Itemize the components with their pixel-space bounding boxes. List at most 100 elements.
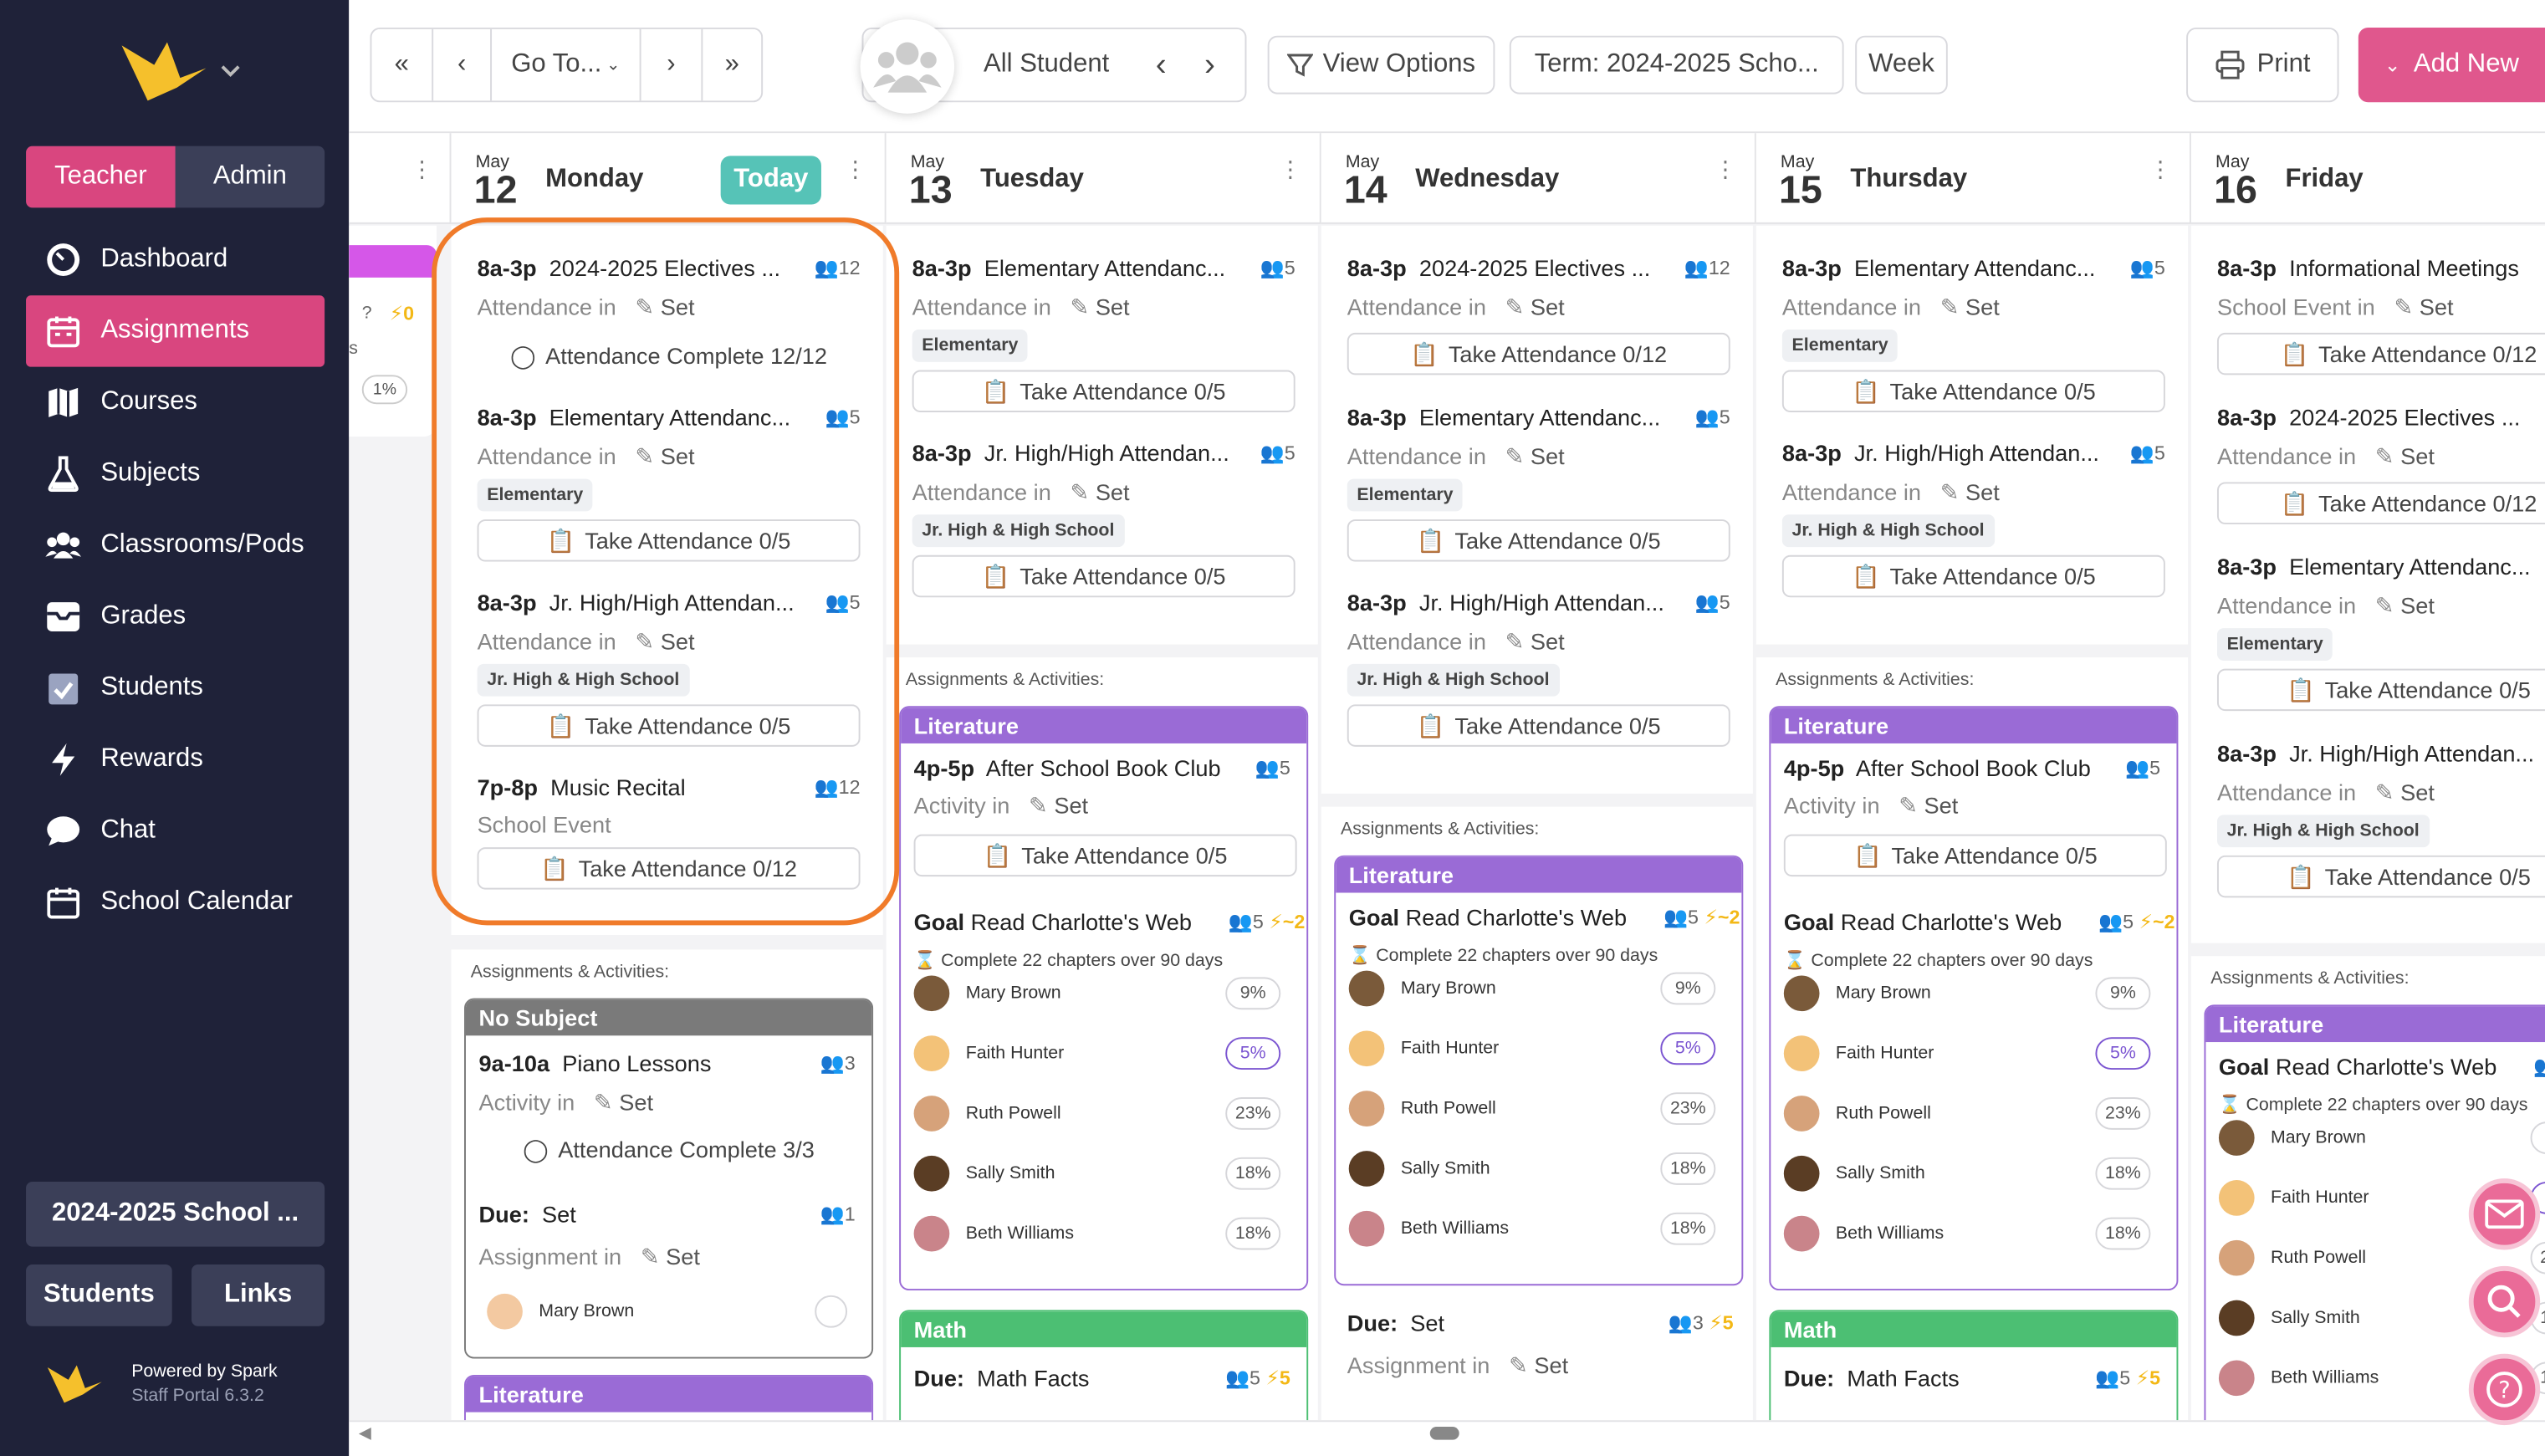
set-link[interactable]: Set xyxy=(2400,592,2435,618)
set-link[interactable]: Set xyxy=(1096,294,1130,319)
kebab-menu-icon[interactable]: ⋮ xyxy=(844,157,866,192)
edit-icon[interactable]: ✎ xyxy=(2375,592,2394,618)
sidebar-item-rewards[interactable]: Rewards xyxy=(26,724,325,795)
edit-icon[interactable]: ✎ xyxy=(1505,294,1525,319)
next-button[interactable]: › xyxy=(641,28,703,101)
kebab-menu-icon[interactable]: ⋮ xyxy=(2149,157,2171,192)
links-button[interactable]: Links xyxy=(192,1264,325,1326)
edit-icon[interactable]: ✎ xyxy=(1070,479,1089,505)
student-row[interactable]: Mary Brown xyxy=(487,1290,854,1332)
sidebar-item-assignments[interactable]: Assignments xyxy=(26,295,325,367)
student-row[interactable]: Faith Hunter 5% xyxy=(1783,1032,2151,1074)
chevron-left-icon[interactable]: ‹ xyxy=(1156,46,1167,84)
take-attendance-button[interactable]: 📋 Take Attendance 0/12 xyxy=(1347,332,1730,375)
set-link[interactable]: Set xyxy=(1531,628,1565,654)
take-attendance-button[interactable]: 📋 Take Attendance 0/5 xyxy=(913,834,1297,877)
student-row[interactable]: Sally Smith 18% xyxy=(1348,1147,1716,1189)
student-row[interactable]: Faith Hunter 5% xyxy=(1348,1028,1716,1070)
sidebar-item-dashboard[interactable]: Dashboard xyxy=(26,224,325,295)
goto-dropdown[interactable]: Go To... ⌄ xyxy=(492,28,641,101)
student-row[interactable]: Mary Brown 9% xyxy=(2218,1116,2545,1158)
student-row[interactable]: Mary Brown 9% xyxy=(913,973,1281,1014)
edit-icon[interactable]: ✎ xyxy=(2394,294,2413,319)
students-button[interactable]: Students xyxy=(26,1264,172,1326)
set-link[interactable]: Set xyxy=(2420,294,2454,319)
scroll-left-icon[interactable]: ◀ xyxy=(359,1425,371,1443)
take-attendance-button[interactable]: 📋 Take Attendance 0/5 xyxy=(1781,370,2165,412)
student-row[interactable]: Sally Smith 18% xyxy=(1783,1152,2151,1194)
set-link[interactable]: Set xyxy=(1531,443,1565,469)
role-teacher-tab[interactable]: Teacher xyxy=(26,146,176,208)
edit-icon[interactable]: ✎ xyxy=(1070,294,1089,319)
student-row[interactable]: Ruth Powell 23% xyxy=(913,1092,1281,1134)
student-row[interactable]: Mary Brown 9% xyxy=(1348,968,1716,1009)
take-attendance-button[interactable]: 📋 Take Attendance 0/5 xyxy=(2216,855,2545,898)
student-row[interactable]: Ruth Powell 23% xyxy=(1783,1092,2151,1134)
today-badge[interactable]: Today xyxy=(720,156,821,205)
take-attendance-button[interactable]: 📋 Take Attendance 0/5 xyxy=(2216,668,2545,712)
week-dropdown[interactable]: Week xyxy=(1855,35,1948,95)
chevron-down-icon[interactable] xyxy=(221,65,240,79)
sidebar-item-classrooms[interactable]: Classrooms/Pods xyxy=(26,509,325,580)
sidebar-item-grades[interactable]: Grades xyxy=(26,581,325,652)
kebab-menu-icon[interactable]: ⋮ xyxy=(411,157,433,192)
sidebar-item-school-calendar[interactable]: School Calendar xyxy=(26,866,325,937)
edit-icon[interactable]: ✎ xyxy=(2375,443,2394,469)
take-attendance-button[interactable]: 📋 Take Attendance 0/12 xyxy=(2216,332,2545,375)
first-page-button[interactable]: « xyxy=(371,28,434,101)
add-new-button[interactable]: ⌄ Add New xyxy=(2358,27,2545,103)
set-link[interactable]: Set xyxy=(619,1089,653,1115)
edit-icon[interactable]: ✎ xyxy=(1029,792,1048,818)
take-attendance-button[interactable]: 📋 Take Attendance 0/5 xyxy=(912,554,1295,598)
sidebar-item-subjects[interactable]: Subjects xyxy=(26,438,325,509)
edit-icon[interactable]: ✎ xyxy=(1940,294,1960,319)
sidebar-item-courses[interactable]: Courses xyxy=(26,367,325,438)
kebab-menu-icon[interactable]: ⋮ xyxy=(1279,157,1301,192)
take-attendance-button[interactable]: 📋 Take Attendance 0/12 xyxy=(2216,482,2545,524)
student-row[interactable]: Mary Brown 9% xyxy=(1783,973,2151,1014)
set-link[interactable]: Set xyxy=(666,1244,700,1270)
set-link[interactable]: Set xyxy=(2400,779,2435,805)
spark-logo-icon[interactable] xyxy=(119,36,210,105)
sidebar-item-students[interactable]: Students xyxy=(26,652,325,723)
take-attendance-button[interactable]: 📋 Take Attendance 0/5 xyxy=(1783,834,2167,877)
student-row[interactable]: Ruth Powell 23% xyxy=(1348,1087,1716,1129)
set-link[interactable]: Set xyxy=(1534,1352,1568,1378)
student-row[interactable]: Beth Williams 18% xyxy=(913,1213,1281,1254)
search-fab[interactable] xyxy=(2468,1265,2541,1338)
take-attendance-button[interactable]: 📋 Take Attendance 0/5 xyxy=(1347,704,1730,747)
set-link[interactable]: Set xyxy=(1054,792,1088,818)
edit-icon[interactable]: ✎ xyxy=(594,1089,613,1115)
prev-button[interactable]: ‹ xyxy=(433,28,493,101)
mail-fab[interactable] xyxy=(2468,1178,2541,1250)
set-link[interactable]: Set xyxy=(1531,294,1565,319)
student-row[interactable]: Sally Smith 18% xyxy=(913,1152,1281,1194)
student-row[interactable]: Faith Hunter 5% xyxy=(913,1032,1281,1074)
school-year-button[interactable]: 2024-2025 School ... xyxy=(26,1181,325,1247)
edit-icon[interactable]: ✎ xyxy=(1940,479,1960,505)
kebab-menu-icon[interactable]: ⋮ xyxy=(1714,157,1736,192)
last-page-button[interactable]: » xyxy=(703,29,761,100)
role-admin-tab[interactable]: Admin xyxy=(176,146,325,208)
student-row[interactable]: Beth Williams 18% xyxy=(1783,1213,2151,1254)
take-attendance-button[interactable]: 📋 Take Attendance 0/5 xyxy=(912,370,1295,412)
view-options-button[interactable]: View Options xyxy=(1267,35,1495,95)
print-button[interactable]: Print xyxy=(2186,27,2339,103)
sidebar-item-chat[interactable]: Chat xyxy=(26,795,325,866)
edit-icon[interactable]: ✎ xyxy=(2375,779,2394,805)
chevron-right-icon[interactable]: › xyxy=(1204,46,1215,84)
scroll-thumb[interactable] xyxy=(1429,1427,1459,1440)
group-avatar-icon[interactable] xyxy=(860,19,955,114)
completion-checkbox[interactable] xyxy=(815,1295,848,1328)
set-link[interactable]: Set xyxy=(1965,294,2000,319)
student-row[interactable]: Beth Williams 18% xyxy=(1348,1208,1716,1249)
edit-icon[interactable]: ✎ xyxy=(641,1244,660,1270)
horizontal-scrollbar[interactable]: ◀ xyxy=(349,1420,2545,1456)
set-link[interactable]: Set xyxy=(1096,479,1130,505)
edit-icon[interactable]: ✎ xyxy=(1509,1352,1528,1378)
set-link[interactable]: Set xyxy=(2400,443,2435,469)
term-dropdown[interactable]: Term: 2024-2025 Scho... xyxy=(1509,35,1844,95)
take-attendance-button[interactable]: 📋 Take Attendance 0/5 xyxy=(1781,554,2165,598)
help-fab[interactable]: ? xyxy=(2468,1353,2541,1426)
edit-icon[interactable]: ✎ xyxy=(1505,443,1525,469)
